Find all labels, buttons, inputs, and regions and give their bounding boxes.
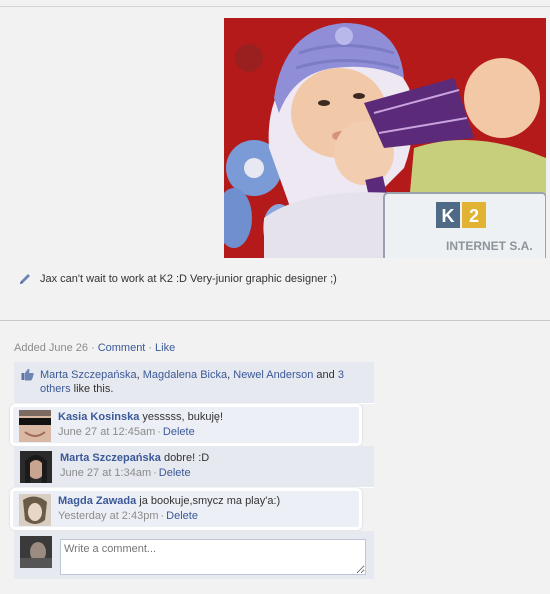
and-text: and xyxy=(313,369,338,381)
comment-composer xyxy=(14,531,374,579)
added-date: Added June 26 xyxy=(14,342,89,354)
separator: · xyxy=(160,510,165,522)
comment-author[interactable]: Kasia Kosinska xyxy=(58,411,139,423)
comment-timestamp: Yesterday at 2:43pm xyxy=(58,510,159,522)
liker-link[interactable]: Marta Szczepańska xyxy=(40,369,137,381)
comment-body: Kasia Kosinska yesssss, bukuję! June 27 … xyxy=(58,410,223,440)
comment-body: Magda Zawada ja bookuje,smycz ma play'a:… xyxy=(58,494,280,524)
pencil-icon[interactable] xyxy=(18,272,32,286)
separator: · xyxy=(157,426,161,438)
comment-body: Marta Szczepańska dobre! :D June 27 at 1… xyxy=(60,451,209,481)
comment-timestamp: June 27 at 12:45am xyxy=(58,426,156,438)
post-photo[interactable]: K 2 INTERNET S.A. xyxy=(224,18,546,258)
separator: · xyxy=(148,342,153,354)
comment-item: Marta Szczepańska dobre! :D June 27 at 1… xyxy=(14,446,374,488)
like-link[interactable]: Like xyxy=(155,342,175,354)
delete-comment-link[interactable]: Delete xyxy=(163,426,195,438)
comment-item: Magda Zawada ja bookuje,smycz ma play'a:… xyxy=(10,488,362,530)
comment-text: dobre! :D xyxy=(160,452,210,464)
avatar[interactable] xyxy=(20,451,52,483)
baby-photo-image: K 2 INTERNET S.A. xyxy=(224,18,546,258)
comment-text: yesssss, bukuję! xyxy=(139,411,224,423)
avatar-image xyxy=(19,410,51,442)
avatar-image xyxy=(19,494,51,526)
svg-text:INTERNET S.A.: INTERNET S.A. xyxy=(446,239,533,253)
section-divider xyxy=(0,320,550,321)
current-user-avatar xyxy=(20,536,52,568)
like-suffix: like this. xyxy=(70,383,114,395)
delete-comment-link[interactable]: Delete xyxy=(166,510,198,522)
comment-author[interactable]: Magda Zawada xyxy=(58,495,136,507)
photo-caption-row: Jax can't wait to work at K2 :D Very-jun… xyxy=(18,271,337,287)
separator: · xyxy=(91,342,95,354)
comment-text: ja bookuje,smycz ma play'a:) xyxy=(136,495,281,507)
avatar[interactable] xyxy=(19,410,51,442)
avatar[interactable] xyxy=(19,494,51,526)
comment-input[interactable] xyxy=(60,539,366,575)
avatar-image xyxy=(20,536,52,568)
photo-caption: Jax can't wait to work at K2 :D Very-jun… xyxy=(40,273,337,285)
thumbs-up-icon xyxy=(21,368,34,381)
comment-link[interactable]: Comment xyxy=(98,342,146,354)
post-actions-row: Added June 26 · Comment · Like xyxy=(14,342,175,354)
delete-comment-link[interactable]: Delete xyxy=(159,467,191,479)
feedback-panel: Marta Szczepańska, Magdalena Bicka, Newe… xyxy=(10,362,374,579)
avatar-image xyxy=(20,451,52,483)
k2-badge: K 2 INTERNET S.A. xyxy=(383,192,546,258)
svg-text:K: K xyxy=(442,206,455,226)
separator: · xyxy=(153,467,157,479)
svg-text:2: 2 xyxy=(469,206,479,226)
liker-link[interactable]: Magdalena Bicka xyxy=(143,369,227,381)
comment-item: Kasia Kosinska yesssss, bukuję! June 27 … xyxy=(10,404,362,446)
likes-summary: Marta Szczepańska, Magdalena Bicka, Newe… xyxy=(14,362,374,404)
liker-link[interactable]: Newel Anderson xyxy=(233,369,313,381)
comment-author[interactable]: Marta Szczepańska xyxy=(60,452,161,464)
top-divider xyxy=(0,6,550,7)
comment-timestamp: June 27 at 1:34am xyxy=(60,467,152,479)
